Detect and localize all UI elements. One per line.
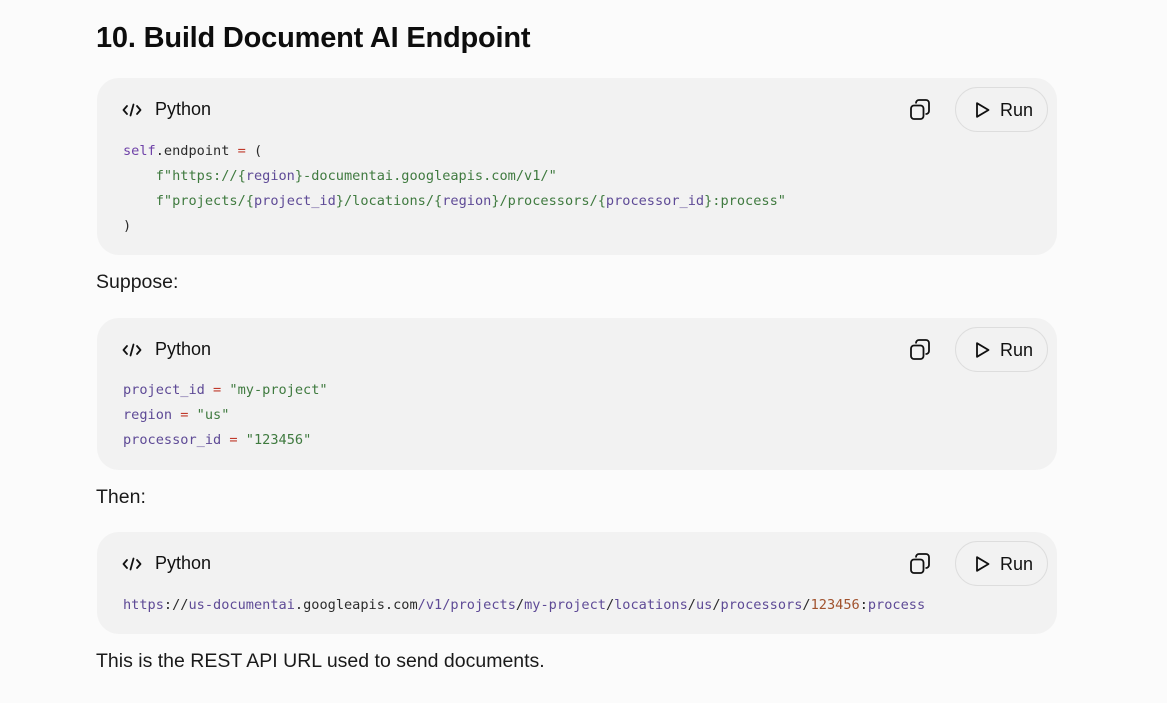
copy-button[interactable]	[905, 549, 935, 579]
code-token: https	[123, 597, 164, 613]
section-heading: 10. Build Document AI Endpoint	[96, 22, 531, 54]
chat-response: 10. Build Document AI Endpoint Python Ru…	[0, 0, 1167, 703]
run-button[interactable]: Run	[955, 327, 1048, 372]
paragraph-then: Then:	[96, 486, 146, 508]
code-token: }:process"	[704, 193, 786, 209]
code-token: region	[442, 193, 492, 209]
copy-icon	[910, 339, 930, 360]
run-label: Run	[1000, 100, 1034, 120]
code-token: project_id	[253, 193, 336, 209]
code-content[interactable]: https://us-documentai.googleapis.com/v1/…	[123, 593, 925, 618]
code-token: )	[123, 218, 132, 234]
code-icon	[122, 343, 142, 357]
code-line: self.endpoint = (	[123, 139, 786, 164]
run-label: Run	[1000, 340, 1034, 360]
code-token: f"https://{	[123, 168, 246, 184]
code-token: }-documentai.googleapis.com/v1/"	[294, 168, 557, 184]
code-block: Python Run self.endpoint = ( f"https://{…	[97, 78, 1057, 255]
code-token: /	[605, 597, 615, 613]
code-token: /	[802, 597, 811, 613]
code-line: project_id = "my-project"	[123, 378, 328, 403]
code-token: f"projects/{	[123, 193, 254, 209]
code-token: process	[867, 597, 926, 613]
code-token: :	[859, 597, 868, 613]
code-token: .	[294, 597, 304, 613]
code-block-header: Python Run	[97, 532, 1057, 594]
code-token: }/locations/{	[335, 193, 443, 209]
code-token: locations	[614, 597, 688, 613]
code-block-header: Python Run	[97, 78, 1057, 140]
play-icon	[976, 556, 990, 572]
run-button[interactable]: Run	[955, 541, 1048, 586]
code-token: ://	[163, 597, 189, 613]
code-token: googleapis	[303, 597, 385, 613]
code-line: region = "us"	[123, 403, 328, 428]
code-token: =	[229, 432, 238, 448]
language-label: Python	[155, 339, 212, 359]
code-token: =	[237, 143, 246, 159]
paragraph-suppose: Suppose:	[96, 271, 179, 293]
code-token: region	[245, 168, 295, 184]
code-token: .endpoint	[155, 143, 238, 159]
code-token: com	[393, 597, 418, 613]
code-token: processors	[720, 597, 803, 613]
code-line: )	[123, 214, 786, 239]
code-token: us	[695, 597, 713, 613]
code-token: us-documentai	[188, 597, 295, 613]
language-label: Python	[155, 99, 212, 119]
code-icon	[122, 103, 142, 117]
copy-button[interactable]	[905, 95, 935, 125]
language-label: Python	[155, 553, 212, 573]
copy-button[interactable]	[905, 335, 935, 365]
code-token: /	[712, 597, 721, 613]
code-token: "123456"	[237, 432, 312, 448]
code-line: f"https://{region}-documentai.googleapis…	[123, 164, 786, 189]
play-icon	[976, 102, 990, 118]
run-label: Run	[1000, 554, 1034, 574]
code-token: processor_id	[605, 193, 705, 209]
code-token: "us"	[188, 407, 230, 423]
code-token: .	[384, 597, 394, 613]
code-line: processor_id = "123456"	[123, 428, 328, 453]
code-token: project_id	[123, 382, 214, 398]
copy-icon	[910, 553, 930, 574]
code-token: region	[123, 407, 181, 423]
run-button[interactable]: Run	[955, 87, 1048, 132]
code-line: f"projects/{project_id}/locations/{regio…	[123, 189, 786, 214]
code-token: }/processors/{	[491, 193, 606, 209]
copy-icon	[910, 99, 930, 120]
play-icon	[976, 342, 990, 358]
code-line: https://us-documentai.googleapis.com/v1/…	[123, 593, 925, 618]
code-token: my-project	[524, 597, 606, 613]
code-token: /	[687, 597, 696, 613]
code-token: projects	[450, 597, 516, 613]
code-token: "my-project"	[221, 382, 328, 398]
code-token: 123456	[810, 597, 860, 613]
code-icon	[122, 557, 142, 571]
code-block: Python Run https://us-documentai.googlea…	[97, 532, 1057, 634]
code-block: Python Run project_id = "my-project" regi…	[97, 318, 1057, 470]
code-block-header: Python Run	[97, 318, 1057, 380]
code-token: processor_id	[123, 432, 230, 448]
code-token: /v1/	[417, 597, 451, 613]
paragraph-closing: This is the REST API URL used to send do…	[96, 650, 545, 672]
code-content[interactable]: self.endpoint = ( f"https://{region}-doc…	[123, 139, 786, 239]
code-token: self	[123, 143, 156, 159]
code-content[interactable]: project_id = "my-project" region = "us" pr…	[123, 378, 328, 453]
code-token: (	[245, 143, 263, 159]
code-token: =	[213, 382, 222, 398]
code-token: /	[515, 597, 525, 613]
